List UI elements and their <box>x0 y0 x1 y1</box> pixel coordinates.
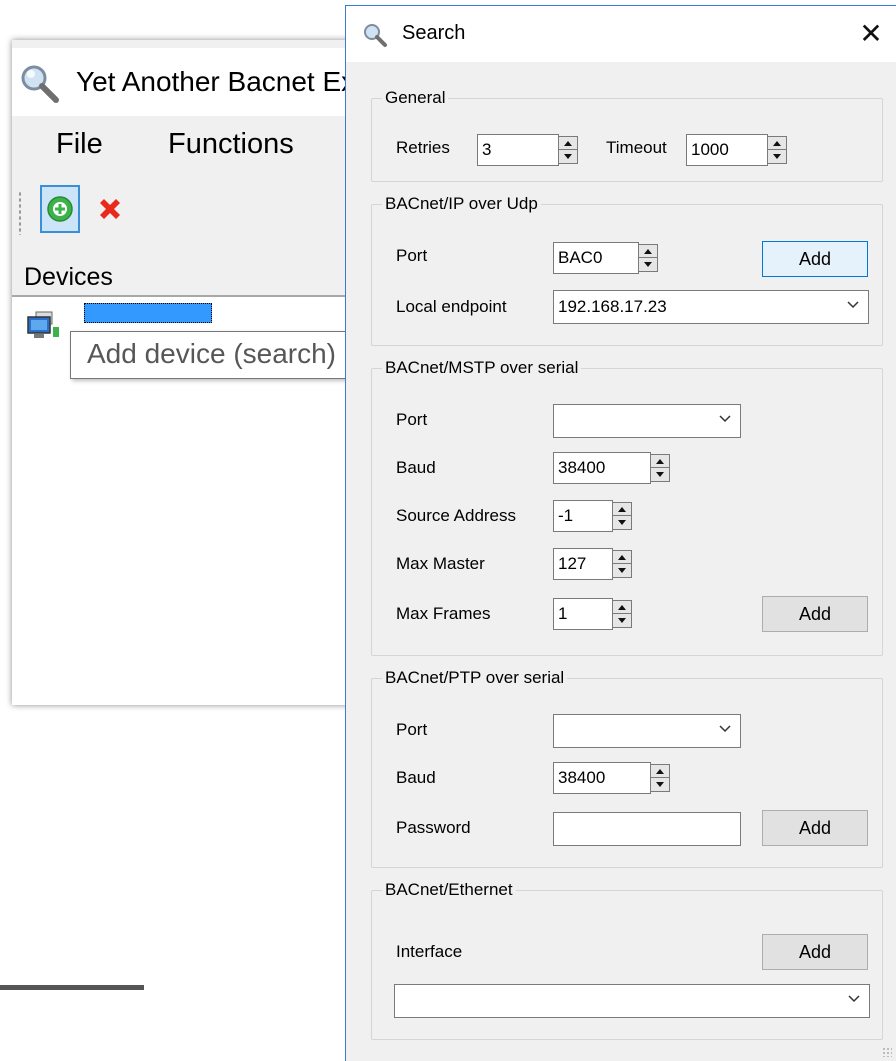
max-frames-input[interactable]: 1 <box>553 598 613 630</box>
general-legend: General <box>385 88 446 107</box>
divider <box>0 985 144 990</box>
ptp-baud-input[interactable]: 38400 <box>553 762 651 794</box>
retries-label: Retries <box>396 138 450 157</box>
endpoint-value: 192.168.17.23 <box>558 297 667 316</box>
devices-label: Devices <box>24 263 113 291</box>
source-address-spinner[interactable] <box>612 502 632 530</box>
spin-up-icon[interactable] <box>613 503 631 516</box>
mstp-baud-spinner[interactable] <box>650 454 670 482</box>
ip-port-spinner[interactable] <box>638 244 658 272</box>
spin-down-icon[interactable] <box>613 614 631 627</box>
spin-down-icon[interactable] <box>651 778 669 791</box>
dialog-title-bar: Search ✕ <box>346 6 896 62</box>
mstp-port-label: Port <box>396 410 428 429</box>
chevron-down-icon[interactable] <box>718 721 732 742</box>
spin-up-icon[interactable] <box>768 137 786 150</box>
password-label: Password <box>396 818 471 837</box>
network-computer-icon <box>26 311 62 346</box>
close-icon[interactable]: ✕ <box>851 14 891 54</box>
ptp-legend: BACnet/PTP over serial <box>385 668 565 687</box>
ip-port-label: Port <box>396 246 428 265</box>
spin-up-icon[interactable] <box>651 765 669 778</box>
spin-up-icon[interactable] <box>613 601 631 614</box>
ptp-baud-label: Baud <box>396 768 436 787</box>
ptp-port-select[interactable] <box>553 714 741 748</box>
interface-label: Interface <box>396 942 463 961</box>
spin-up-icon[interactable] <box>651 455 669 468</box>
add-device-button[interactable] <box>40 185 80 233</box>
ip-add-button[interactable]: Add <box>762 241 868 277</box>
magnifier-icon <box>362 22 388 53</box>
remove-device-button[interactable] <box>90 189 130 229</box>
ptp-port-label: Port <box>396 720 428 739</box>
mstp-baud-input[interactable]: 38400 <box>553 452 651 484</box>
source-address-input[interactable]: -1 <box>553 500 613 532</box>
mstp-group: BACnet/MSTP over serial Port Baud 38400 … <box>371 358 883 656</box>
toolbar <box>12 175 352 235</box>
spin-up-icon[interactable] <box>559 137 577 150</box>
password-input[interactable] <box>553 812 741 846</box>
endpoint-select[interactable]: 192.168.17.23 <box>553 290 869 324</box>
spin-up-icon[interactable] <box>613 551 631 564</box>
endpoint-label: Local endpoint <box>396 297 507 316</box>
max-master-input[interactable]: 127 <box>553 548 613 580</box>
delete-x-icon <box>100 199 120 219</box>
chevron-down-icon[interactable] <box>846 297 860 318</box>
ptp-add-button[interactable]: Add <box>762 810 868 846</box>
general-group: General Retries 3 Timeout 1000 <box>371 88 883 182</box>
chevron-down-icon[interactable] <box>847 991 861 1012</box>
device-tree[interactable]: Add device (search) <box>12 295 370 705</box>
chevron-down-icon[interactable] <box>718 411 732 432</box>
spin-down-icon[interactable] <box>639 258 657 271</box>
search-dialog: Search ✕ General Retries 3 Timeout 1000 … <box>345 5 896 1061</box>
spin-down-icon[interactable] <box>613 516 631 529</box>
ptp-group: BACnet/PTP over serial Port Baud 38400 P… <box>371 668 883 868</box>
max-frames-spinner[interactable] <box>612 600 632 628</box>
retries-input[interactable]: 3 <box>477 134 559 166</box>
tree-root-node[interactable] <box>84 303 212 323</box>
max-frames-label: Max Frames <box>396 604 491 623</box>
menu-file[interactable]: File <box>56 128 103 161</box>
spin-down-icon[interactable] <box>651 468 669 481</box>
ip-port-input[interactable]: BAC0 <box>553 242 639 274</box>
resize-grip[interactable] <box>882 1047 892 1057</box>
add-circle-icon <box>47 196 73 222</box>
source-address-label: Source Address <box>396 506 517 525</box>
menu-functions[interactable]: Functions <box>168 128 294 161</box>
max-master-label: Max Master <box>396 554 485 573</box>
ip-group: BACnet/IP over Udp Port BAC0 Add Local e… <box>371 194 883 346</box>
mstp-legend: BACnet/MSTP over serial <box>385 358 579 377</box>
spin-up-icon[interactable] <box>639 245 657 258</box>
ethernet-legend: BACnet/Ethernet <box>385 880 513 899</box>
toolbar-grip[interactable] <box>18 191 22 235</box>
spin-down-icon[interactable] <box>613 564 631 577</box>
spin-down-icon[interactable] <box>559 150 577 163</box>
mstp-port-select[interactable] <box>553 404 741 438</box>
ip-legend: BACnet/IP over Udp <box>385 194 538 213</box>
retries-spinner[interactable] <box>558 136 578 164</box>
timeout-spinner[interactable] <box>767 136 787 164</box>
magnifier-icon <box>18 62 62 111</box>
main-window: Yet Another Bacnet Explorer File Functio… <box>12 40 427 705</box>
timeout-label: Timeout <box>606 138 667 157</box>
main-title-bar: Yet Another Bacnet Explorer <box>12 48 427 116</box>
mstp-add-button[interactable]: Add <box>762 596 868 632</box>
menu-bar: File Functions <box>12 120 352 168</box>
spin-down-icon[interactable] <box>768 150 786 163</box>
ethernet-group: BACnet/Ethernet Interface Add <box>371 880 883 1040</box>
ethernet-add-button[interactable]: Add <box>762 934 868 970</box>
max-master-spinner[interactable] <box>612 550 632 578</box>
mstp-baud-label: Baud <box>396 458 436 477</box>
ptp-baud-spinner[interactable] <box>650 764 670 792</box>
interface-select[interactable] <box>394 984 870 1018</box>
timeout-input[interactable]: 1000 <box>686 134 768 166</box>
dialog-title: Search <box>402 22 466 44</box>
tooltip: Add device (search) <box>70 331 370 379</box>
